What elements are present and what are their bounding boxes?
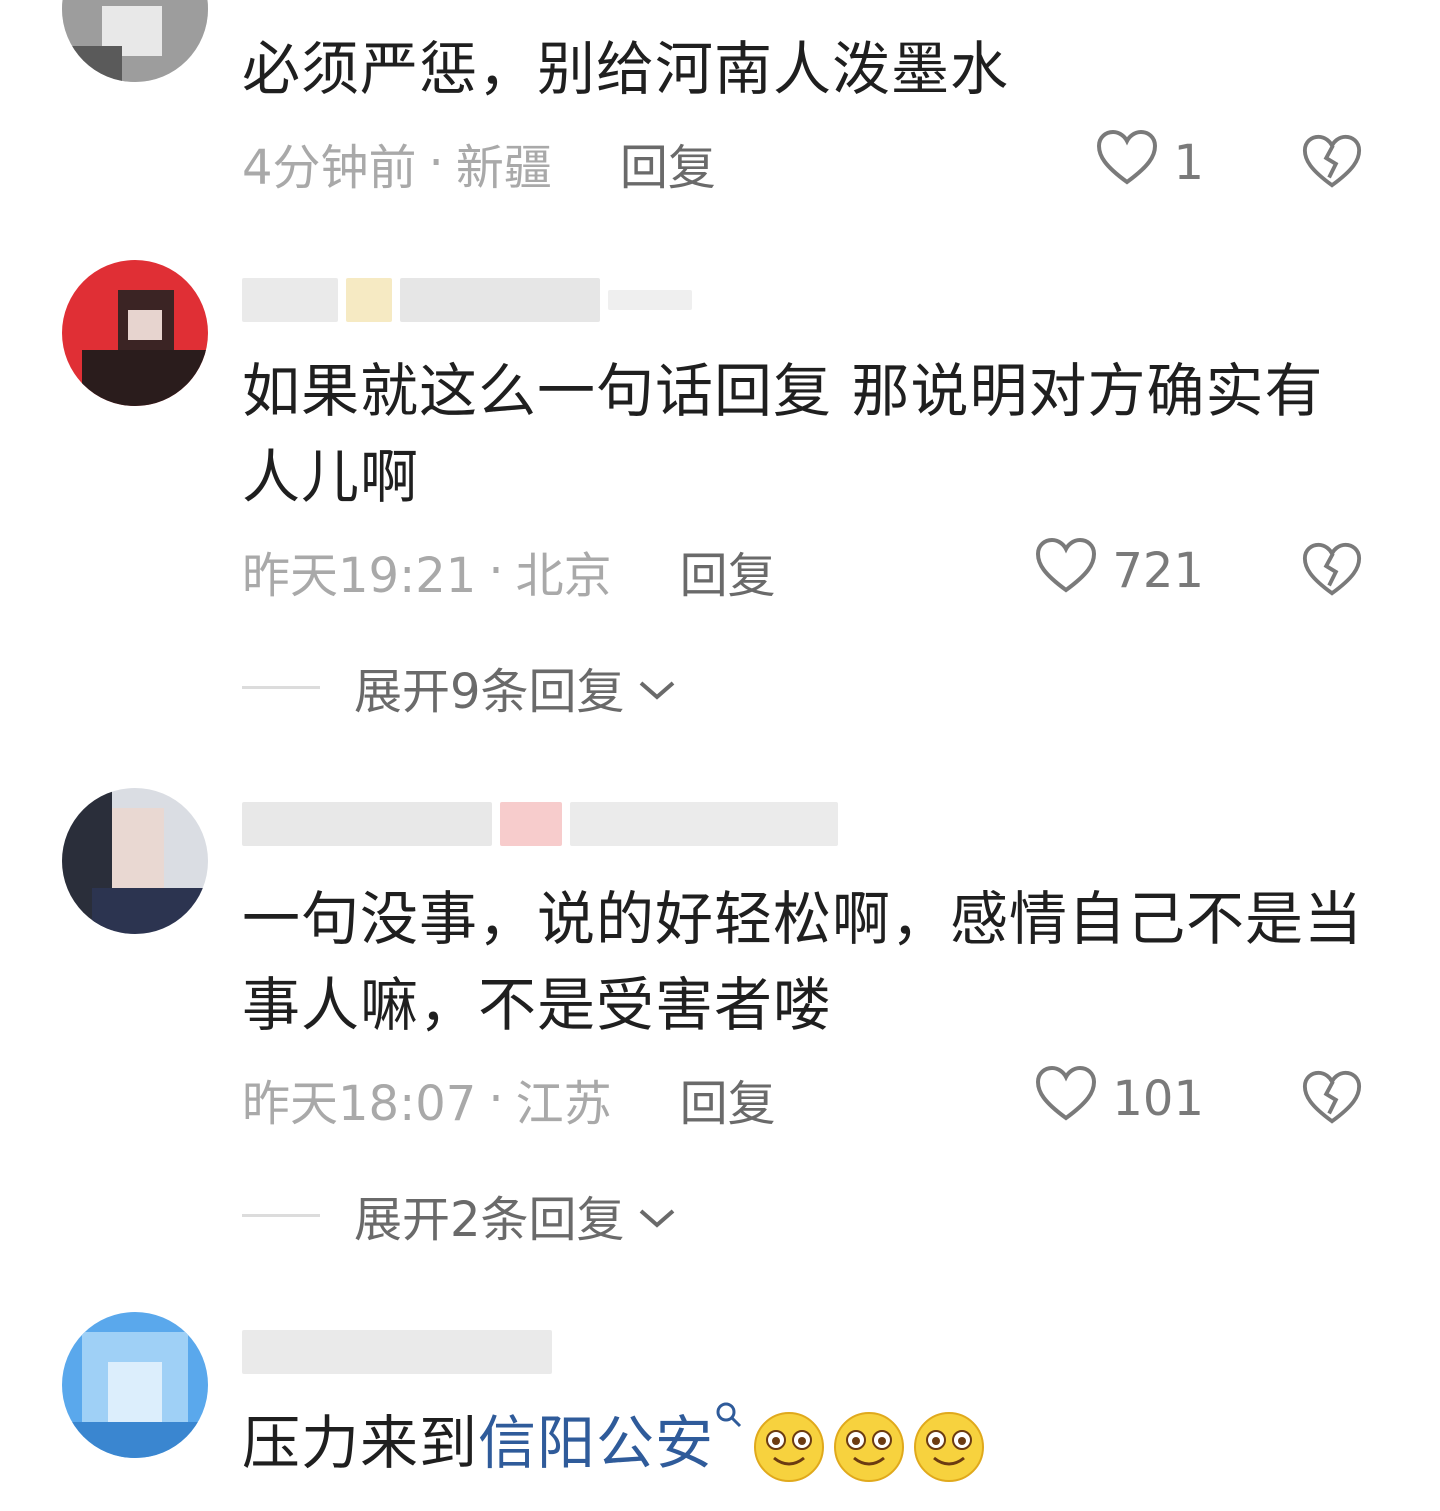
username-obscured[interactable]: [242, 270, 700, 330]
divider-line: [242, 685, 320, 689]
comment-text: 如果就这么一句话回复 那说明对方确实有人儿啊: [242, 357, 1324, 511]
meta-separator: ·: [488, 1071, 504, 1127]
search-icon: [714, 1402, 744, 1477]
heart-outline-icon: [1034, 536, 1112, 606]
topic-link[interactable]: 信阳公安: [478, 1409, 714, 1477]
dislike-button[interactable]: [1300, 128, 1364, 198]
reply-button[interactable]: 回复: [680, 1064, 776, 1134]
comment-time: 昨天18:07: [242, 1076, 477, 1132]
broken-heart-icon: [1301, 132, 1363, 194]
comment-location: 江苏: [515, 1076, 612, 1132]
heart-outline-icon: [1095, 128, 1173, 198]
avatar[interactable]: [62, 788, 208, 934]
expand-label: 展开2条回复: [354, 1192, 625, 1248]
comment-time: 4分钟前: [242, 140, 417, 196]
expand-replies-button[interactable]: 展开2条回复: [242, 1180, 677, 1250]
comment-location: 新疆: [455, 140, 552, 196]
like-count: 101: [1112, 1071, 1204, 1127]
reply-button[interactable]: 回复: [680, 536, 776, 606]
avatar[interactable]: [62, 0, 208, 82]
comment-meta: 4分钟前 · 新疆 回复: [242, 128, 716, 198]
divider-line: [242, 1213, 320, 1217]
comment-meta: 昨天18:07 · 江苏 回复: [242, 1064, 776, 1134]
like-button[interactable]: 1: [1095, 128, 1204, 198]
chevron-down-icon: [625, 1187, 677, 1243]
comment-text: 一句没事，说的好轻松啊，感情自己不是当事人嘛，不是受害者喽: [242, 885, 1364, 1039]
smiley-emoji-icon: [912, 1410, 986, 1484]
chevron-down-icon: [625, 659, 677, 715]
avatar[interactable]: [62, 260, 208, 406]
smiley-emoji-icon: [832, 1410, 906, 1484]
like-count: 721: [1112, 543, 1204, 599]
meta-separator: ·: [428, 135, 444, 191]
dislike-button[interactable]: [1300, 536, 1364, 606]
comment-text-prefix: 压力来到: [242, 1409, 479, 1477]
expand-label: 展开9条回复: [354, 664, 625, 720]
username-obscured[interactable]: [242, 794, 846, 854]
reply-button[interactable]: 回复: [620, 128, 716, 198]
like-button[interactable]: 101: [1034, 1064, 1204, 1134]
comment-time: 昨天19:21: [242, 548, 477, 604]
meta-separator: ·: [488, 543, 504, 599]
expand-replies-button[interactable]: 展开9条回复: [242, 652, 677, 722]
comment-meta: 昨天19:21 · 北京 回复: [242, 536, 776, 606]
like-count: 1: [1173, 135, 1204, 191]
like-button[interactable]: 721: [1034, 536, 1204, 606]
username-obscured[interactable]: [242, 1322, 560, 1382]
dislike-button[interactable]: [1300, 1064, 1364, 1134]
avatar[interactable]: [62, 1312, 208, 1458]
broken-heart-icon: [1301, 1068, 1363, 1130]
comment-location: 北京: [515, 548, 612, 604]
comment-text: 压力来到信阳公安: [242, 1400, 1372, 1486]
heart-outline-icon: [1034, 1064, 1112, 1134]
broken-heart-icon: [1301, 540, 1363, 602]
comment-text: 必须严惩，别给河南人泼墨水: [242, 35, 1010, 103]
smiley-emoji-icon: [752, 1410, 826, 1484]
